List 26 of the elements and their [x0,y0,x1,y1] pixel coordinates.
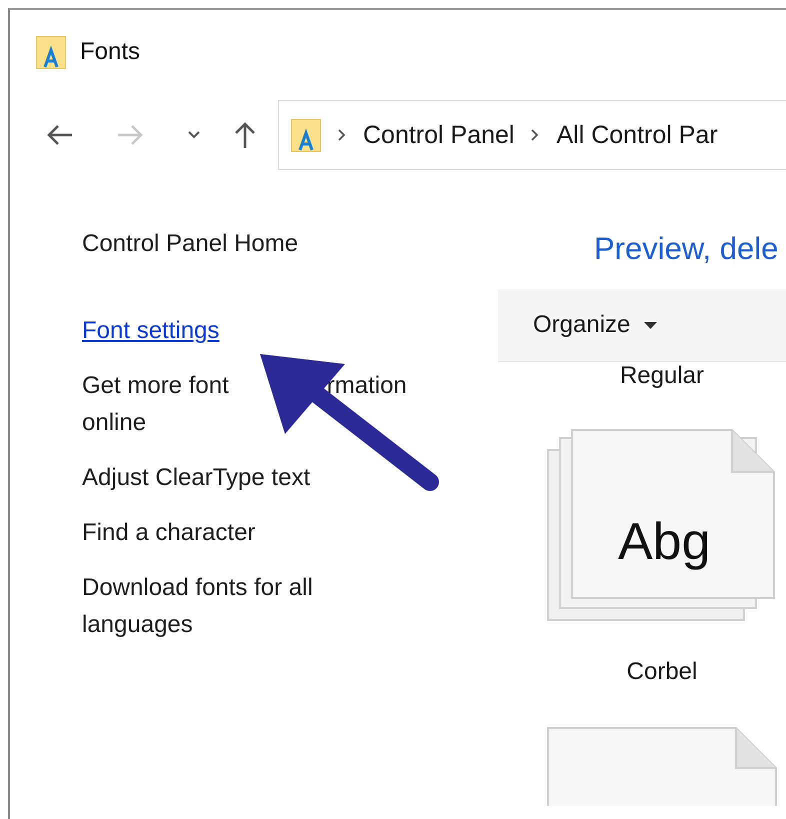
chevron-right-icon [337,128,347,142]
address-bar[interactable]: Control Panel All Control Par [278,100,786,170]
breadcrumb[interactable]: All Control Par [556,120,718,150]
sidebar-link[interactable]: Font settings [82,312,412,349]
forward-arrow-icon [116,124,144,146]
sidebar-link[interactable]: Get more font rmation online [82,367,412,441]
font-preview-text: Abg [618,512,711,572]
sidebar-link[interactable]: Download fonts for all languages [82,569,412,643]
sidebar-link[interactable]: Control Panel Home [82,225,412,262]
font-family-icon [546,428,778,622]
sidebar-link[interactable]: Adjust ClearType text [82,459,412,496]
window-title: Fonts [80,38,140,66]
font-file-icon [546,726,778,806]
fonts-folder-icon [291,118,321,152]
chevron-down-icon [188,131,200,139]
organize-menu[interactable]: Organize [533,311,658,339]
page-heading: Preview, dele [594,231,780,267]
fonts-folder-icon [36,36,66,68]
dropdown-caret-icon [644,322,658,328]
back-arrow-icon [46,124,74,146]
font-name: Corbel [626,658,698,686]
sidebar-link[interactable]: Find a character [82,514,412,551]
chevron-right-icon [530,128,540,142]
font-name: Regular [620,362,704,390]
up-arrow-icon [234,121,256,149]
breadcrumb[interactable]: Control Panel [363,120,514,150]
